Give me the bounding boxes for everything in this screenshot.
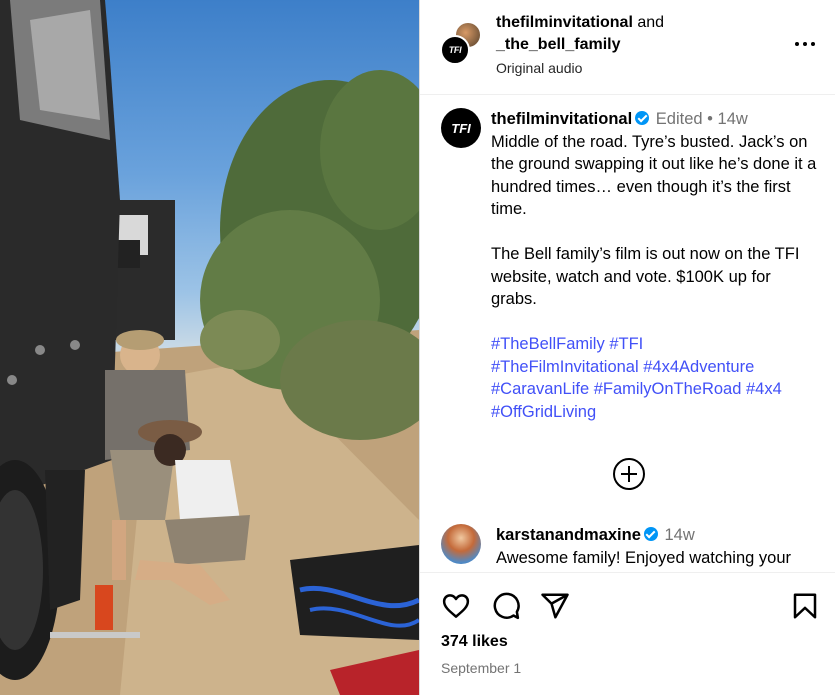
hashtag[interactable]: #CaravanLife [491, 380, 589, 398]
comment-text: Awesome family! Enjoyed watching your [496, 548, 792, 567]
heart-icon[interactable] [441, 591, 471, 621]
hashtag[interactable]: #4x4Adventure [643, 358, 754, 376]
post-media-image[interactable] [0, 0, 419, 695]
likes-count[interactable]: 374 likes [441, 633, 508, 651]
add-comment-icon[interactable] [613, 458, 645, 490]
commenter-avatar[interactable] [441, 524, 481, 564]
share-icon[interactable] [540, 591, 570, 621]
hashtag[interactable]: #4x4 [746, 380, 782, 398]
more-options-icon[interactable] [793, 32, 817, 56]
caption-text: thefilminvitational Edited • 14w Middle … [491, 108, 821, 423]
post-actions: 374 likes September 1 [420, 572, 835, 695]
hashtag-list: #TheBellFamily #TFI #TheFilmInvitational … [491, 333, 821, 423]
edited-label: Edited [655, 110, 703, 128]
post-detail-panel: TFI thefilminvitational and _the_bell_fa… [419, 0, 835, 695]
header-text: thefilminvitational and _the_bell_family… [496, 12, 664, 79]
post-date[interactable]: September 1 [441, 660, 521, 676]
hashtag[interactable]: #TFI [609, 335, 643, 353]
caption-paragraph-2: The Bell family’s film is out now on the… [491, 245, 800, 308]
verified-badge-icon [643, 527, 658, 541]
post-header: TFI thefilminvitational and _the_bell_fa… [420, 0, 835, 95]
collab-joiner: and [637, 14, 665, 31]
meta-separator: • [707, 110, 713, 128]
hashtag[interactable]: #TheBellFamily [491, 335, 605, 353]
author-username[interactable]: thefilminvitational [496, 14, 633, 31]
comment: karstanandmaxine 14w Awesome family! Enj… [496, 524, 826, 569]
caption-age[interactable]: 14w [718, 110, 748, 128]
caption-avatar[interactable]: TFI [441, 108, 481, 148]
commenter-username[interactable]: karstanandmaxine [496, 526, 641, 544]
hashtag[interactable]: #TheFilmInvitational [491, 358, 639, 376]
audio-label[interactable]: Original audio [496, 57, 664, 79]
roadside-tyre-change-photo [0, 0, 419, 695]
comment-icon[interactable] [491, 591, 521, 621]
bookmark-icon[interactable] [790, 591, 820, 621]
caption-paragraph-1: Middle of the road. Tyre’s busted. Jack’… [491, 132, 817, 219]
hashtag[interactable]: #FamilyOnTheRoad [594, 380, 742, 398]
collab-avatars[interactable]: TFI [440, 21, 484, 65]
caption-username[interactable]: thefilminvitational [491, 110, 632, 128]
verified-badge-icon [635, 111, 650, 125]
comment-age[interactable]: 14w [665, 526, 695, 544]
collab-username[interactable]: _the_bell_family [496, 34, 664, 56]
hashtag[interactable]: #OffGridLiving [491, 403, 596, 421]
comments-scroll-area[interactable]: TFI thefilminvitational Edited • 14w Mid… [420, 96, 835, 572]
avatar-tfi[interactable]: TFI [440, 35, 470, 65]
